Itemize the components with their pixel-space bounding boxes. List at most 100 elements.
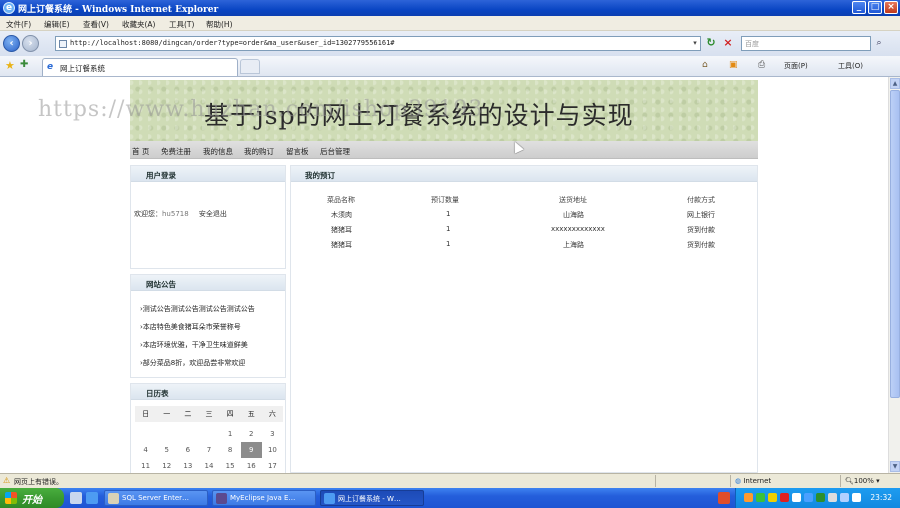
calendar-day[interactable] xyxy=(198,426,219,442)
nav-admin[interactable]: 后台管理 xyxy=(320,146,350,157)
minimize-button[interactable]: _ xyxy=(852,1,866,14)
close-button[interactable]: × xyxy=(884,1,898,14)
taskbar-button-myeclipse[interactable]: MyEclipse Java E… xyxy=(212,490,316,506)
tray-icon[interactable] xyxy=(804,493,813,502)
calendar-day[interactable]: 5 xyxy=(156,442,177,458)
menu-view[interactable]: 查看(V) xyxy=(83,19,109,30)
tray-icon[interactable] xyxy=(840,493,849,502)
calendar-day-today[interactable]: 9 xyxy=(240,442,262,458)
maximize-button[interactable]: □ xyxy=(868,1,882,14)
calendar-day[interactable]: 7 xyxy=(198,442,219,458)
stop-icon[interactable]: × xyxy=(722,37,734,49)
address-url: http://localhost:8080/dingcan/order?type… xyxy=(70,39,395,47)
scrollbar-thumb[interactable] xyxy=(890,90,900,398)
menu-help[interactable]: 帮助(H) xyxy=(206,19,233,30)
column-header: 预订数量 xyxy=(431,196,459,204)
tray-icon[interactable] xyxy=(756,493,765,502)
table-row: 木须肉 1 山海路 网上银行 xyxy=(291,208,757,223)
zoom-level[interactable]: 🔍︎100% ▾ xyxy=(845,477,880,485)
calendar-day[interactable]: 15 xyxy=(220,458,241,473)
tray-icon[interactable] xyxy=(768,493,777,502)
favorites-star-icon[interactable]: ★ xyxy=(5,59,15,72)
search-input[interactable]: 百度 xyxy=(741,36,871,51)
notice-item[interactable]: ›部分菜品8折，欢迎品尝非常欢迎 xyxy=(140,358,245,368)
calendar-day[interactable]: 10 xyxy=(262,442,283,458)
notice-item[interactable]: ›本店特色美食猪耳朵市荣誉称号 xyxy=(140,322,241,332)
add-favorite-icon[interactable]: ✚ xyxy=(20,59,28,70)
page-menu[interactable]: 页面(P) xyxy=(784,61,808,71)
volume-icon[interactable] xyxy=(852,493,861,502)
nav-register[interactable]: 免费注册 xyxy=(161,146,191,157)
system-tray: 23:32 xyxy=(718,488,900,508)
address-input[interactable]: http://localhost:8080/dingcan/order?type… xyxy=(55,36,701,51)
calendar-day[interactable]: 6 xyxy=(177,442,198,458)
tray-icon[interactable] xyxy=(792,493,801,502)
calendar-day[interactable]: 16 xyxy=(241,458,262,473)
table-row: 猪猪耳 1 上海路 货到付款 xyxy=(291,238,757,253)
tray-icon[interactable] xyxy=(744,493,753,502)
search-icon[interactable]: ⌕ xyxy=(873,37,885,49)
calendar-day[interactable]: 13 xyxy=(177,458,198,473)
forward-button[interactable]: › xyxy=(22,35,39,52)
windows-logo-icon xyxy=(5,492,17,504)
taskbar-button-ie[interactable]: 网上订餐系统 - W… xyxy=(320,490,424,506)
calendar-day[interactable] xyxy=(156,426,177,442)
column-header: 菜品名称 xyxy=(327,196,355,204)
table-cell: 山海路 xyxy=(563,211,584,219)
menu-favorites[interactable]: 收藏夹(A) xyxy=(122,19,155,30)
calendar-day[interactable]: 12 xyxy=(156,458,177,473)
tab-current[interactable]: e 网上订餐系统 xyxy=(42,58,238,76)
calendar-day[interactable] xyxy=(177,426,198,442)
vertical-scrollbar[interactable]: ▲ ▼ xyxy=(888,77,900,473)
column-header: 送货地址 xyxy=(559,196,587,204)
taskbar-button-sql[interactable]: SQL Server Enter… xyxy=(104,490,208,506)
weekday-label: 二 xyxy=(184,410,192,418)
nav-home[interactable]: 首 页 xyxy=(132,146,149,157)
notice-item[interactable]: ›测试公告测试公告测试公告测试公告 xyxy=(140,304,255,314)
weekday-label: 一 xyxy=(163,410,171,418)
scroll-down-icon[interactable]: ▼ xyxy=(890,461,900,472)
calendar-grid: 日 一 二 三 四 五 六 1 2 3 4 5 6 7 8 9 10 11 12… xyxy=(135,406,283,473)
calendar-day[interactable]: 1 xyxy=(220,426,241,442)
address-dropdown-icon[interactable]: ▾ xyxy=(690,37,700,50)
tray-icon[interactable] xyxy=(816,493,825,502)
calendar-weekday-row: 日 一 二 三 四 五 六 xyxy=(135,406,283,422)
calendar-day[interactable]: 3 xyxy=(262,426,283,442)
menu-edit[interactable]: 编辑(E) xyxy=(44,19,70,30)
refresh-icon[interactable]: ↻ xyxy=(705,37,717,49)
nav-guestbook[interactable]: 留言板 xyxy=(286,146,309,157)
print-icon[interactable]: ⎙ xyxy=(758,60,765,70)
sogou-input-icon[interactable] xyxy=(718,492,730,504)
nav-my-info[interactable]: 我的信息 xyxy=(203,146,233,157)
calendar-panel-title: 日历表 xyxy=(131,384,285,400)
tray-icon[interactable] xyxy=(780,493,789,502)
warning-icon[interactable]: ⚠ xyxy=(3,476,10,485)
nav-my-orders[interactable]: 我的购订 xyxy=(244,146,274,157)
table-cell: xxxxxxxxxxxxx xyxy=(551,225,605,233)
home-icon[interactable]: ⌂ xyxy=(702,60,708,70)
table-cell: 1 xyxy=(446,240,451,248)
calendar-day[interactable]: 14 xyxy=(198,458,219,473)
start-button[interactable]: 开始 xyxy=(0,488,64,508)
calendar-day[interactable] xyxy=(135,426,156,442)
logout-link[interactable]: 安全退出 xyxy=(199,210,227,218)
new-tab-button[interactable] xyxy=(240,59,260,74)
weekday-label: 五 xyxy=(247,410,255,418)
back-button[interactable]: ‹ xyxy=(3,35,20,52)
tools-menu[interactable]: 工具(O) xyxy=(838,61,863,71)
calendar-day[interactable]: 8 xyxy=(220,442,241,458)
menu-tools[interactable]: 工具(T) xyxy=(169,19,194,30)
feeds-icon[interactable]: ▣ xyxy=(729,60,738,70)
desktop-quicklaunch-icon[interactable] xyxy=(70,492,82,504)
notice-panel: 网站公告 ›测试公告测试公告测试公告测试公告 ›本店特色美食猪耳朵市荣誉称号 ›… xyxy=(130,274,286,378)
ie-quicklaunch-icon[interactable] xyxy=(86,492,98,504)
calendar-day[interactable]: 11 xyxy=(135,458,156,473)
calendar-day[interactable]: 17 xyxy=(262,458,283,473)
calendar-day[interactable]: 4 xyxy=(135,442,156,458)
notice-item[interactable]: ›本店环境优雅，干净卫生味道鲜美 xyxy=(140,340,248,350)
scroll-up-icon[interactable]: ▲ xyxy=(890,78,900,89)
menu-file[interactable]: 文件(F) xyxy=(6,19,31,30)
ie-icon xyxy=(324,493,335,504)
calendar-day[interactable]: 2 xyxy=(241,426,262,442)
tray-icon[interactable] xyxy=(828,493,837,502)
